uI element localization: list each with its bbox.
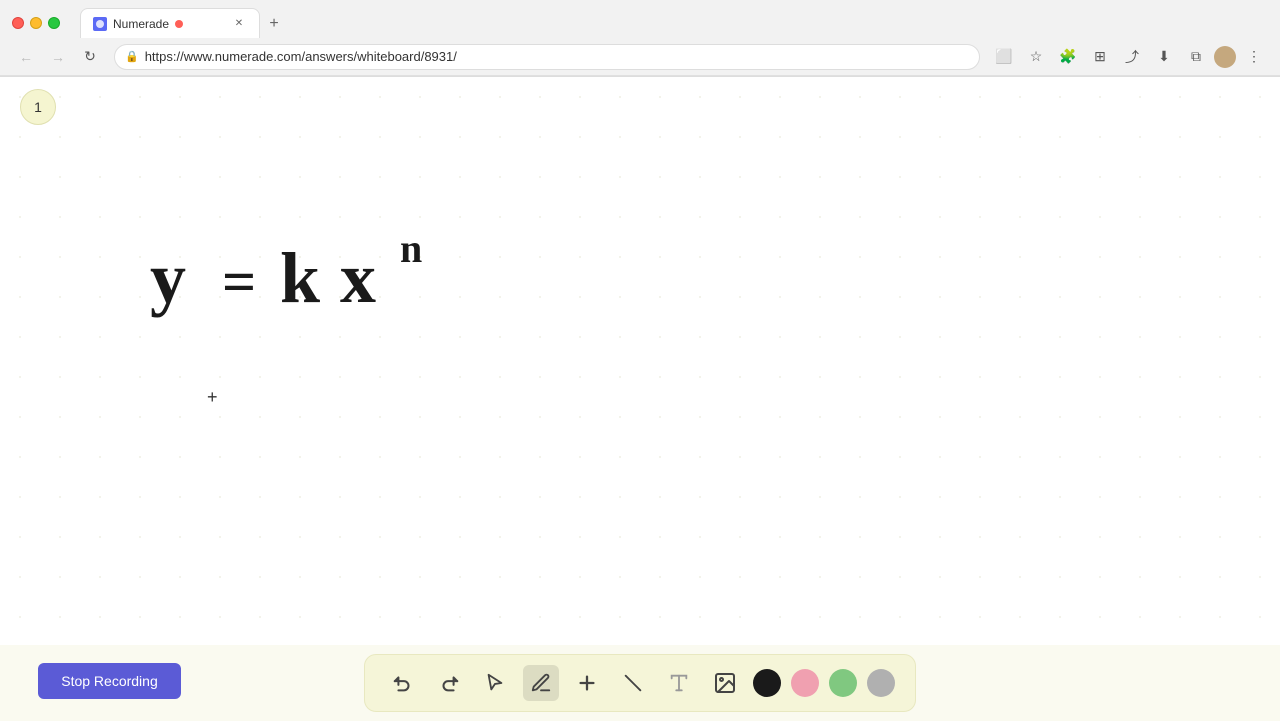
close-window-btn[interactable] <box>12 17 24 29</box>
avatar[interactable] <box>1214 46 1236 68</box>
whiteboard[interactable]: 1 y = k x n + <box>0 77 1280 645</box>
add-tool-button[interactable] <box>569 665 605 701</box>
titlebar: Numerade ✕ + <box>0 0 1280 38</box>
maximize-window-btn[interactable] <box>48 17 60 29</box>
svg-text:x: x <box>340 238 376 318</box>
svg-text:=: = <box>222 249 256 315</box>
undo-button[interactable] <box>385 665 421 701</box>
star-icon[interactable]: ☆ <box>1022 43 1050 71</box>
browser-chrome: Numerade ✕ + ← → ↻ 🔒 https://www.numerad… <box>0 0 1280 77</box>
lock-icon: 🔒 <box>125 50 139 63</box>
cursor-plus: + <box>207 387 218 408</box>
forward-button[interactable]: → <box>44 43 72 71</box>
grid-icon[interactable]: ⊞ <box>1086 43 1114 71</box>
active-tab[interactable]: Numerade ✕ <box>80 8 260 38</box>
tab-recording-indicator <box>175 20 183 28</box>
svg-text:k: k <box>280 238 320 318</box>
svg-text:n: n <box>400 226 422 271</box>
share-icon[interactable]: ⤴ <box>1118 43 1146 71</box>
stop-recording-button[interactable]: Stop Recording <box>38 663 181 699</box>
toolbar-right: ⬜ ☆ 🧩 ⊞ ⤴ ⬇ ⧉ ⋮ <box>990 43 1268 71</box>
eraser-tool-button[interactable] <box>615 665 651 701</box>
formula-svg: y = k x n <box>150 217 430 337</box>
navigation-toolbar: ← → ↻ 🔒 https://www.numerade.com/answers… <box>0 38 1280 76</box>
address-bar[interactable]: 🔒 https://www.numerade.com/answers/white… <box>114 44 980 70</box>
svg-text:y: y <box>150 238 186 318</box>
color-pink-button[interactable] <box>791 669 819 697</box>
new-tab-button[interactable]: + <box>260 10 288 38</box>
back-button[interactable]: ← <box>12 43 40 71</box>
menu-icon[interactable]: ⋮ <box>1240 43 1268 71</box>
color-black-button[interactable] <box>753 669 781 697</box>
reload-button[interactable]: ↻ <box>76 43 104 71</box>
page-number: 1 <box>20 89 56 125</box>
extensions-icon[interactable]: 🧩 <box>1054 43 1082 71</box>
cast-icon[interactable]: ⬜ <box>990 43 1018 71</box>
download-icon[interactable]: ⬇ <box>1150 43 1178 71</box>
text-tool-button[interactable] <box>661 665 697 701</box>
select-tool-button[interactable] <box>477 665 513 701</box>
minimize-window-btn[interactable] <box>30 17 42 29</box>
color-gray-button[interactable] <box>867 669 895 697</box>
tab-title: Numerade <box>113 17 169 31</box>
window-icon[interactable]: ⧉ <box>1182 43 1210 71</box>
tab-bar: Numerade ✕ + <box>80 8 1268 38</box>
drawing-toolbar <box>364 654 916 712</box>
whiteboard-container: 1 y = k x n + Stop Recording <box>0 77 1280 721</box>
window-controls <box>12 17 60 29</box>
tab-close-btn[interactable]: ✕ <box>231 16 247 32</box>
color-green-button[interactable] <box>829 669 857 697</box>
pen-tool-button[interactable] <box>523 665 559 701</box>
redo-button[interactable] <box>431 665 467 701</box>
tab-favicon <box>93 17 107 31</box>
bottom-toolbar-wrapper: Stop Recording <box>0 645 1280 721</box>
image-tool-button[interactable] <box>707 665 743 701</box>
address-text: https://www.numerade.com/answers/whitebo… <box>145 49 457 64</box>
